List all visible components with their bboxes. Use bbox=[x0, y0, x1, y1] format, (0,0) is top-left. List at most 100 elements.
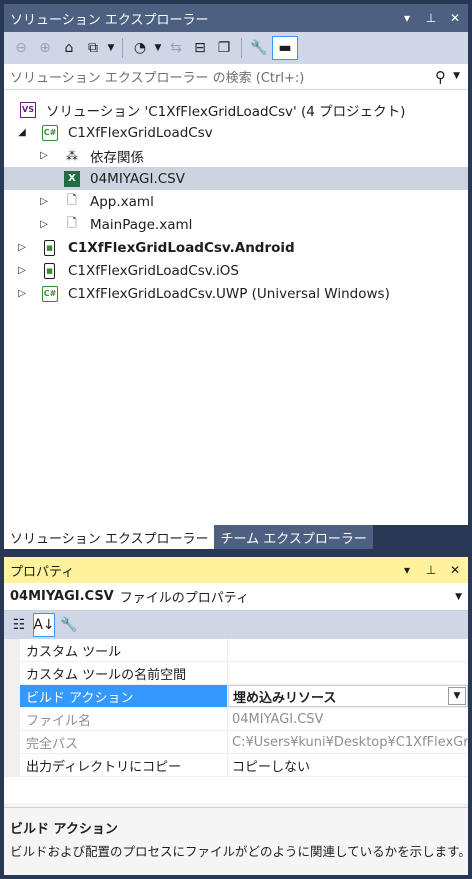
solution-explorer-panel: ソリューション エクスプローラー ▾ ⊥ ✕ ⊖ ⊕ ⌂ ⧉ ▼ ◔ ▼ ⇆ ⊟… bbox=[4, 4, 468, 549]
collapsed-arrow-icon[interactable]: ▷ bbox=[38, 219, 50, 230]
tab-team-explorer[interactable]: チーム エクスプローラー bbox=[214, 525, 373, 549]
back-icon[interactable]: ⊖ bbox=[10, 36, 32, 60]
collapsed-arrow-icon[interactable]: ▷ bbox=[38, 150, 50, 161]
object-name: 04MIYAGI.CSV bbox=[10, 589, 114, 604]
row-gutter bbox=[4, 685, 20, 707]
search-icon[interactable]: ⚲ bbox=[435, 68, 446, 86]
object-selector-dropdown-icon[interactable]: ▼ bbox=[455, 592, 462, 602]
tree-item-label: MainPage.xaml bbox=[90, 216, 193, 233]
toolbar-separator bbox=[241, 38, 242, 58]
property-value: C:¥Users¥kuni¥Desktop¥C1XfFlexGr bbox=[232, 734, 468, 750]
csharp-project-icon: C# bbox=[42, 124, 58, 141]
pin-icon[interactable]: ⊥ bbox=[424, 11, 438, 25]
property-name: 出力ディレクトリにコピー bbox=[20, 754, 228, 776]
close-icon[interactable]: ✕ bbox=[448, 563, 462, 577]
tree-item-label: C1XfFlexGridLoadCsv bbox=[68, 124, 213, 141]
switch-views-dropdown-icon[interactable]: ▼ bbox=[106, 36, 116, 60]
build-action-select[interactable]: 埋め込みリソース bbox=[228, 685, 468, 707]
filter-dropdown-icon[interactable]: ▼ bbox=[153, 36, 163, 60]
solution-explorer-title: ソリューション エクスプローラー bbox=[10, 12, 209, 28]
properties-toolbar: ☷ A↓ 🔧 bbox=[4, 611, 468, 639]
tree-item-solution[interactable]: VS ソリューション 'C1XfFlexGridLoadCsv' (4 プロジェ… bbox=[4, 98, 468, 121]
solution-tree: VS ソリューション 'C1XfFlexGridLoadCsv' (4 プロジェ… bbox=[4, 90, 468, 305]
tab-solution-explorer[interactable]: ソリューション エクスプローラー bbox=[4, 525, 215, 549]
tree-item-app-xaml[interactable]: ▷ 🗋 App.xaml bbox=[4, 190, 468, 213]
dependencies-icon: ⁂ bbox=[66, 148, 78, 163]
categorized-icon[interactable]: ☷ bbox=[8, 613, 30, 637]
sync-icon[interactable]: ⇆ bbox=[165, 36, 187, 60]
property-row-copy-to-output[interactable]: 出力ディレクトリにコピー コピーしない bbox=[4, 754, 468, 777]
tree-item-label: 04MIYAGI.CSV bbox=[90, 170, 185, 187]
solution-explorer-toolbar: ⊖ ⊕ ⌂ ⧉ ▼ ◔ ▼ ⇆ ⊟ ❐ 🔧 ▬ bbox=[4, 32, 468, 64]
solution-explorer-titlebar[interactable]: ソリューション エクスプローラー ▾ ⊥ ✕ bbox=[4, 4, 468, 32]
properties-titlebar[interactable]: プロパティ ▾ ⊥ ✕ bbox=[4, 557, 468, 583]
forward-icon[interactable]: ⊕ bbox=[34, 36, 56, 60]
property-value[interactable] bbox=[228, 662, 468, 684]
collapsed-arrow-icon[interactable]: ▷ bbox=[16, 288, 28, 299]
property-row-build-action[interactable]: ビルド アクション 埋め込みリソース ▼ bbox=[4, 685, 468, 708]
property-row-full-path[interactable]: 完全パス C:¥Users¥kuni¥Desktop¥C1XfFlexGr bbox=[4, 731, 468, 754]
properties-panel: プロパティ ▾ ⊥ ✕ 04MIYAGI.CSV ファイルのプロパティ ▼ ☷ … bbox=[4, 557, 471, 875]
collapse-all-icon[interactable]: ⊟ bbox=[189, 36, 211, 60]
property-name: ファイル名 bbox=[20, 708, 228, 730]
switch-views-icon[interactable]: ⧉ bbox=[82, 36, 104, 60]
android-project-icon: ■ bbox=[44, 239, 55, 256]
properties-title: プロパティ bbox=[10, 564, 75, 580]
home-icon[interactable]: ⌂ bbox=[58, 36, 80, 60]
property-grid: カスタム ツール カスタム ツールの名前空間 ビルド アクション 埋め込みリソー… bbox=[4, 639, 468, 803]
tree-item-dependencies[interactable]: ▷ ⁂ 依存関係 bbox=[4, 144, 468, 167]
tree-item-label: C1XfFlexGridLoadCsv.UWP (Universal Windo… bbox=[68, 285, 390, 302]
collapsed-arrow-icon[interactable]: ▷ bbox=[38, 196, 50, 207]
property-name: カスタム ツールの名前空間 bbox=[20, 662, 228, 684]
properties-wrench-icon[interactable]: 🔧 bbox=[248, 36, 270, 60]
object-selector[interactable]: 04MIYAGI.CSV ファイルのプロパティ ▼ bbox=[4, 583, 468, 611]
tree-item-label: App.xaml bbox=[90, 193, 154, 210]
collapsed-arrow-icon[interactable]: ▷ bbox=[16, 242, 28, 253]
solution-explorer-tabstrip: ソリューション エクスプローラー チーム エクスプローラー bbox=[4, 525, 468, 549]
row-gutter bbox=[4, 754, 20, 776]
xaml-file-icon: 🗋 bbox=[67, 193, 77, 207]
csharp-project-icon: C# bbox=[42, 285, 58, 302]
property-description: ビルド アクション ビルドおよび配置のプロセスにファイルがどのように関連している… bbox=[4, 807, 471, 875]
collapsed-arrow-icon[interactable]: ▷ bbox=[16, 265, 28, 276]
show-all-files-icon[interactable]: ❐ bbox=[213, 36, 235, 60]
alphabetical-icon[interactable]: A↓ bbox=[33, 613, 55, 637]
expanded-arrow-icon[interactable]: ◢ bbox=[16, 127, 28, 138]
property-pages-wrench-icon[interactable]: 🔧 bbox=[58, 613, 80, 637]
row-gutter bbox=[4, 662, 20, 684]
preview-selected-items-icon[interactable]: ▬ bbox=[272, 36, 298, 60]
ios-project-icon: ■ bbox=[44, 262, 55, 279]
tree-item-label: C1XfFlexGridLoadCsv.Android bbox=[68, 239, 295, 256]
property-name: 完全パス bbox=[20, 731, 228, 753]
property-row-custom-tool[interactable]: カスタム ツール bbox=[4, 639, 468, 662]
excel-file-icon: X bbox=[64, 170, 80, 187]
property-value[interactable]: コピーしない bbox=[228, 754, 468, 776]
property-name: カスタム ツール bbox=[20, 639, 228, 661]
pending-changes-filter-icon[interactable]: ◔ bbox=[129, 36, 151, 60]
tree-item-project-uwp[interactable]: ▷ C# C1XfFlexGridLoadCsv.UWP (Universal … bbox=[4, 282, 468, 305]
search-input[interactable]: ソリューション エクスプローラー の検索 (Ctrl+:) ⚲ ▼ bbox=[4, 64, 468, 90]
pin-icon[interactable]: ⊥ bbox=[424, 563, 438, 577]
property-row-custom-tool-namespace[interactable]: カスタム ツールの名前空間 bbox=[4, 662, 468, 685]
build-action-dropdown-icon[interactable]: ▼ bbox=[448, 687, 466, 705]
row-gutter bbox=[4, 639, 20, 661]
tree-item-label: 依存関係 bbox=[90, 149, 144, 166]
dropdown-icon[interactable]: ▾ bbox=[400, 11, 414, 25]
tree-item-label: C1XfFlexGridLoadCsv.iOS bbox=[68, 262, 239, 279]
tree-item-project-shared[interactable]: ◢ C# C1XfFlexGridLoadCsv bbox=[4, 121, 468, 144]
property-value[interactable] bbox=[228, 639, 468, 661]
tree-item-csv-file[interactable]: X 04MIYAGI.CSV bbox=[4, 167, 468, 190]
description-title: ビルド アクション bbox=[10, 822, 118, 837]
tree-item-label: ソリューション 'C1XfFlexGridLoadCsv' (4 プロジェクト) bbox=[46, 103, 406, 120]
xaml-file-icon: 🗋 bbox=[67, 216, 77, 230]
search-placeholder: ソリューション エクスプローラー の検索 (Ctrl+:) bbox=[10, 71, 305, 86]
property-row-file-name[interactable]: ファイル名 04MIYAGI.CSV bbox=[4, 708, 468, 731]
solution-icon: VS bbox=[20, 101, 36, 118]
close-icon[interactable]: ✕ bbox=[448, 11, 462, 25]
dropdown-icon[interactable]: ▾ bbox=[400, 563, 414, 577]
tree-item-project-android[interactable]: ▷ ■ C1XfFlexGridLoadCsv.Android bbox=[4, 236, 468, 259]
tree-item-project-ios[interactable]: ▷ ■ C1XfFlexGridLoadCsv.iOS bbox=[4, 259, 468, 282]
property-value: 04MIYAGI.CSV bbox=[232, 711, 324, 727]
tree-item-mainpage-xaml[interactable]: ▷ 🗋 MainPage.xaml bbox=[4, 213, 468, 236]
search-options-dropdown-icon[interactable]: ▼ bbox=[453, 71, 460, 81]
